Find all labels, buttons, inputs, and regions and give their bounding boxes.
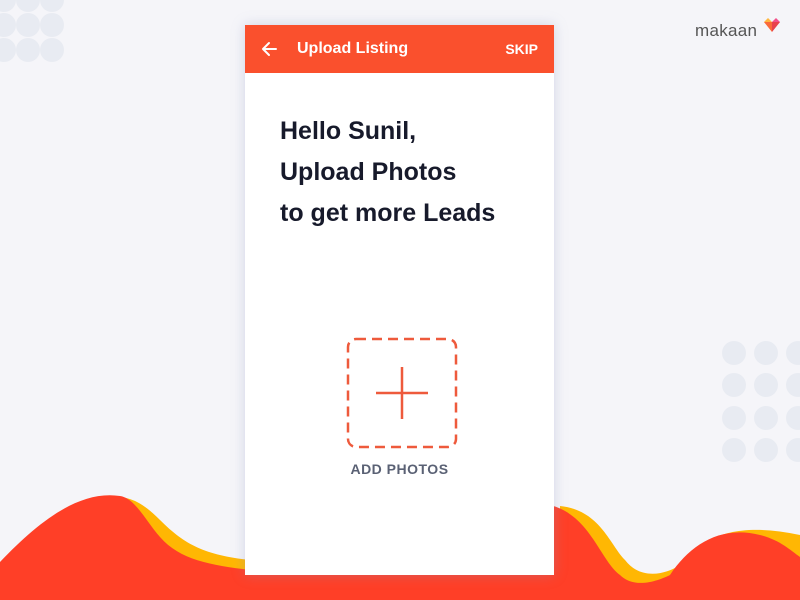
logo-text: makaan [695,21,758,40]
dashed-upload-frame [346,337,458,449]
upload-listing-screen: Upload Listing SKIP Hello Sunil, Upload … [245,25,554,575]
greeting-line-3: to get more Leads [280,199,496,227]
skip-button[interactable]: SKIP [505,41,538,57]
page-title: Upload Listing [297,40,409,57]
add-photos-button[interactable] [346,337,458,449]
add-photos-label[interactable]: ADD PHOTOS [245,461,554,477]
heart-logo-icon [764,18,780,32]
greeting-line-2: Upload Photos [280,158,457,186]
app-bar: Upload Listing SKIP [245,25,554,73]
greeting-line-1: Hello Sunil, [280,117,417,145]
back-button[interactable] [259,37,281,61]
plus-icon [376,367,428,419]
arrow-left-icon [262,42,277,56]
greeting-heading: Hello Sunil, Upload Photos to get more L… [280,111,495,234]
